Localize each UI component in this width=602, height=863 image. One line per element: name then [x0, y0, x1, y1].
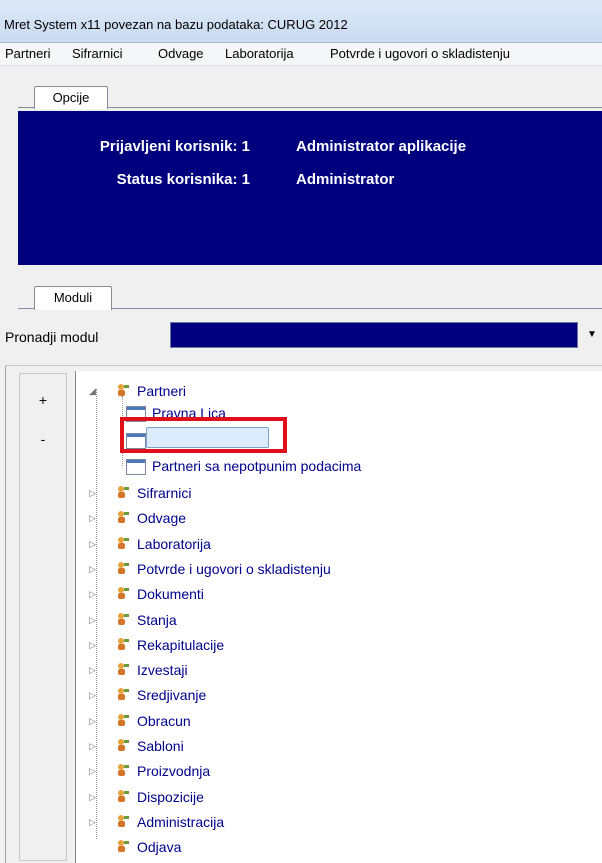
tree-node-sredjivanje[interactable]: Sredjivanje	[137, 687, 206, 703]
module-icon	[118, 764, 129, 777]
module-icon	[118, 840, 129, 853]
module-icon	[118, 789, 129, 802]
tree-node-obracun[interactable]: Obracun	[137, 713, 191, 729]
collapsed-arrow-icon[interactable]: ▷	[89, 817, 96, 828]
menu-partneri[interactable]: Partneri	[5, 46, 51, 61]
search-module-label: Pronadji modul	[5, 329, 99, 345]
form-icon	[126, 459, 146, 475]
module-icon	[118, 739, 129, 751]
module-icon	[118, 713, 129, 726]
collapsed-arrow-icon[interactable]: ▷	[89, 690, 96, 701]
collapsed-arrow-icon[interactable]: ▷	[89, 589, 96, 600]
collapsed-arrow-icon[interactable]: ▷	[89, 716, 96, 727]
tab-opcije[interactable]: Opcije	[34, 86, 108, 109]
divider	[5, 365, 602, 366]
expanded-arrow-icon[interactable]: ◢	[89, 386, 96, 397]
tree-node-sifrarnici[interactable]: Sifrarnici	[137, 485, 191, 501]
tree-line	[96, 389, 97, 839]
frame-left	[5, 366, 6, 863]
tree-node-izvestaji[interactable]: Izvestaji	[137, 662, 188, 678]
module-icon	[118, 688, 129, 701]
module-icon	[118, 384, 129, 396]
menu-bar: Partneri Sifrarnici Odvage Laboratorija …	[0, 43, 602, 66]
tree-node-dokumenti[interactable]: Dokumenti	[137, 586, 204, 602]
module-icon	[118, 587, 129, 600]
chevron-down-icon[interactable]: ▼	[583, 322, 601, 348]
tree-node-partneri[interactable]: Partneri	[137, 383, 186, 399]
tree-node-odjava[interactable]: Odjava	[137, 839, 181, 855]
menu-potvrde[interactable]: Potvrde i ugovori o skladistenju	[330, 46, 510, 61]
tree-node-dispozicije[interactable]: Dispozicije	[137, 789, 204, 805]
menu-odvage[interactable]: Odvage	[158, 46, 204, 61]
user-status-label: Status korisnika: 1	[116, 171, 250, 188]
logged-user-value: Administrator aplikacije	[296, 138, 467, 155]
collapsed-arrow-icon[interactable]: ▷	[89, 640, 96, 651]
module-icon	[118, 637, 129, 650]
module-icon	[118, 612, 129, 625]
collapsed-arrow-icon[interactable]: ▷	[89, 539, 96, 550]
tree-node-proizvodnja[interactable]: Proizvodnja	[137, 763, 210, 779]
collapsed-arrow-icon[interactable]: ▷	[89, 665, 96, 676]
title-bar: Mret System x11 povezan na bazu podataka…	[0, 0, 602, 43]
tree-button-panel: + -	[19, 373, 67, 861]
collapsed-arrow-icon[interactable]: ▷	[89, 741, 96, 752]
search-module-input[interactable]	[170, 322, 578, 348]
module-icon	[118, 814, 129, 827]
user-info-panel: Prijavljeni korisnik: 1 Administrator ap…	[18, 111, 602, 265]
collapsed-arrow-icon[interactable]: ▷	[89, 766, 96, 777]
user-status-value: Administrator	[296, 171, 395, 188]
module-icon	[118, 486, 129, 498]
tree-node-laboratorija[interactable]: Laboratorija	[137, 536, 211, 552]
collapse-all-button[interactable]: -	[20, 431, 66, 447]
module-icon	[118, 511, 129, 524]
logged-user-label: Prijavljeni korisnik: 1	[99, 138, 250, 155]
highlight-annotation	[120, 417, 287, 453]
tree-node-odvage[interactable]: Odvage	[137, 510, 186, 526]
tree-node-potvrde[interactable]: Potvrde i ugovori o skladistenju	[137, 561, 331, 577]
tab-moduli[interactable]: Moduli	[34, 286, 112, 310]
tree-node-rekapitulacije[interactable]: Rekapitulacije	[137, 637, 224, 653]
tab-moduli-label: Moduli	[53, 290, 93, 305]
module-icon	[118, 536, 129, 549]
collapsed-arrow-icon[interactable]: ▷	[89, 488, 96, 499]
module-icon	[118, 561, 129, 574]
menu-sifrarnici[interactable]: Sifrarnici	[72, 46, 123, 61]
tree-node-administracija[interactable]: Administracija	[137, 814, 224, 830]
module-icon	[118, 663, 129, 676]
collapsed-arrow-icon[interactable]: ▷	[89, 615, 96, 626]
tree-node-stanja[interactable]: Stanja	[137, 612, 177, 628]
expand-all-button[interactable]: +	[20, 392, 66, 408]
collapsed-arrow-icon[interactable]: ▷	[89, 792, 96, 803]
collapsed-arrow-icon[interactable]: ▷	[89, 564, 96, 575]
tab-opcije-label: Opcije	[52, 90, 90, 105]
tree-child-partneri-sa-nepotpunim-podacima[interactable]: Partneri sa nepotpunim podacima	[152, 458, 361, 474]
tree-node-sabloni[interactable]: Sabloni	[137, 738, 184, 754]
window-title: Mret System x11 povezan na bazu podataka…	[4, 17, 348, 32]
menu-laboratorija[interactable]: Laboratorija	[225, 46, 294, 61]
collapsed-arrow-icon[interactable]: ▷	[89, 513, 96, 524]
